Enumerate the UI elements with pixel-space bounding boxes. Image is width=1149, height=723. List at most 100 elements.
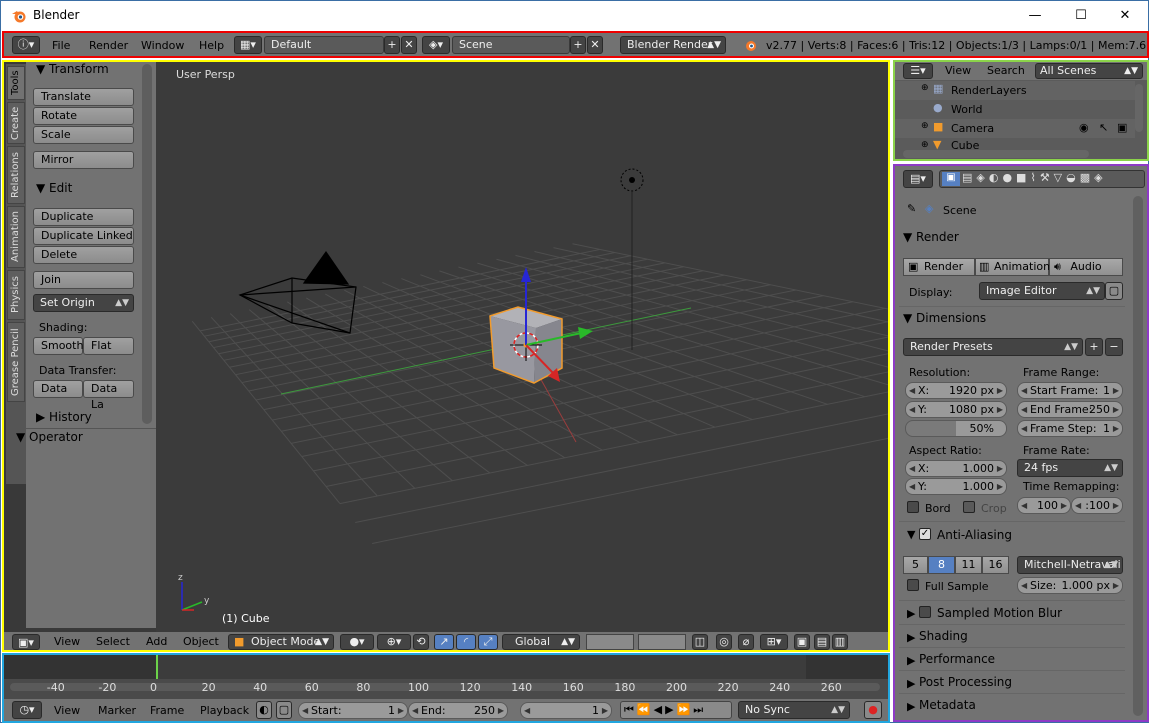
timeline-scrollbar[interactable]: [10, 683, 880, 691]
motion-blur-expand-icon[interactable]: ▶: [907, 607, 915, 620]
performance-panel-header[interactable]: Performance: [919, 652, 995, 666]
opengl-render-icon[interactable]: ▣: [794, 634, 810, 650]
editor-type-properties-icon[interactable]: ▤▾: [903, 170, 933, 188]
outliner-menu-search[interactable]: Search: [987, 64, 1025, 77]
render-button[interactable]: ▣ Render: [903, 258, 975, 276]
aa-samples-5[interactable]: 5: [903, 556, 928, 574]
pin-icon[interactable]: ✎: [907, 202, 916, 215]
aa-samples-11[interactable]: 11: [955, 556, 982, 574]
timeline-end-field[interactable]: ◀ End: 250 ▶: [408, 702, 508, 719]
editor-type-3d-icon[interactable]: ▣▾: [12, 634, 40, 650]
snap-icon[interactable]: ⌀: [738, 634, 754, 650]
3d-viewport[interactable]: z y User Persp (1) Cube: [156, 62, 888, 632]
outliner-item-renderlayers[interactable]: RenderLayers: [951, 84, 1027, 97]
record-icon[interactable]: ●: [864, 701, 882, 719]
render-engine-select[interactable]: Blender Render ▲▼: [620, 36, 726, 54]
layout-add-icon[interactable]: +: [384, 36, 400, 54]
jump-end-icon[interactable]: ⏭: [693, 703, 706, 716]
outliner-row[interactable]: ⊕ ■ Camera ◉ ↖ ▣: [895, 119, 1135, 138]
snap-element-icon[interactable]: ⊞▾: [760, 634, 788, 650]
layout-field[interactable]: Default: [264, 36, 384, 54]
menu-help[interactable]: Help: [199, 37, 224, 54]
frame-rate-select[interactable]: 24 fps ▲▼: [1017, 459, 1123, 477]
layout-remove-icon[interactable]: ✕: [401, 36, 417, 54]
render-context-icon[interactable]: ▣: [942, 172, 960, 186]
expand-icon[interactable]: ⊕: [921, 140, 929, 150]
filter-size-field[interactable]: ◀ Size: 1.000 px ▶: [1017, 577, 1123, 594]
duplicate-linked-button[interactable]: Duplicate Linked: [33, 227, 134, 245]
timeline-menu-playback[interactable]: Playback: [200, 704, 249, 717]
data-layout-button[interactable]: Data La: [83, 380, 134, 411]
editor-type-info-icon[interactable]: ⓘ▾: [12, 36, 40, 54]
expand-icon[interactable]: ⊕: [921, 83, 929, 93]
full-sample-checkbox[interactable]: [907, 579, 919, 591]
flat-button[interactable]: Flat: [83, 337, 134, 355]
maximize-button[interactable]: ☐: [1058, 1, 1104, 30]
audio-button[interactable]: 🔊︎ Audio: [1049, 258, 1123, 276]
tab-physics[interactable]: Physics: [7, 270, 25, 320]
scale-button[interactable]: Scale: [33, 126, 134, 144]
render-panel-header[interactable]: ▼ Render: [903, 230, 1123, 244]
next-key-icon[interactable]: ⏩: [677, 703, 694, 716]
visibility-eye-icon[interactable]: ◉: [1079, 121, 1089, 134]
rotate-button[interactable]: Rotate: [33, 107, 134, 125]
aa-samples-8[interactable]: 8: [928, 556, 955, 574]
timeline-start-field[interactable]: ◀ Start: 1 ▶: [298, 702, 408, 719]
outliner-item-camera[interactable]: Camera: [951, 122, 994, 135]
operator-panel-header[interactable]: ▼ Operator: [16, 430, 83, 444]
aa-expand-icon[interactable]: ▼: [907, 528, 915, 541]
timeline-menu-view[interactable]: View: [54, 704, 80, 717]
toolshelf-scrollbar[interactable]: [142, 64, 152, 424]
border-checkbox[interactable]: [907, 501, 919, 513]
scene-canvas[interactable]: z y: [156, 62, 888, 632]
render-camera-icon[interactable]: ▤: [814, 634, 830, 650]
outliner-row[interactable]: ⊕ ▼ Cube: [895, 138, 1135, 150]
layer-buttons-2[interactable]: [638, 634, 686, 650]
outliner-row[interactable]: ⊕ ▦ RenderLayers: [895, 81, 1135, 100]
playback-controls[interactable]: ⏮⏪◀▶⏩⏭: [620, 701, 732, 719]
outliner-item-world[interactable]: World: [951, 103, 983, 116]
jump-start-icon[interactable]: ⏮: [624, 703, 637, 716]
outliner-row[interactable]: ● World: [895, 100, 1135, 119]
post-processing-expand-icon[interactable]: ▶: [907, 677, 915, 690]
lock-layers-icon[interactable]: ◫: [692, 634, 708, 650]
time-remap-old-field[interactable]: ◀ 100 ▶: [1017, 497, 1071, 514]
menu-file[interactable]: File: [52, 37, 70, 54]
anti-aliasing-panel-header[interactable]: Anti-Aliasing: [937, 528, 1012, 542]
motion-blur-checkbox[interactable]: [919, 606, 931, 618]
transform-panel-header[interactable]: ▼ Transform: [36, 62, 109, 76]
mirror-button[interactable]: Mirror: [33, 151, 134, 169]
context-icons[interactable]: ▤◈◐●■⌇⚒▽◒▩◈: [962, 171, 1107, 184]
time-remap-new-field[interactable]: ◀:100 ▶: [1071, 497, 1123, 514]
edit-panel-header[interactable]: ▼ Edit: [36, 181, 72, 195]
resolution-y-field[interactable]: ◀ Y: 1080 px ▶: [905, 401, 1007, 418]
play-icon[interactable]: ▶: [665, 703, 676, 716]
context-tabs[interactable]: ▣ ▤◈◐●■⌇⚒▽◒▩◈: [939, 170, 1145, 188]
preset-remove-icon[interactable]: −: [1105, 338, 1123, 356]
editor-type-outliner-icon[interactable]: ☰▾: [903, 63, 933, 79]
scene-icon[interactable]: ◈▾: [422, 36, 450, 54]
aspect-y-field[interactable]: ◀ Y: 1.000 ▶: [905, 478, 1007, 495]
join-button[interactable]: Join: [33, 271, 134, 289]
render-anim-icon[interactable]: ▥: [832, 634, 848, 650]
translate-manip-icon[interactable]: ↗: [434, 634, 454, 650]
start-frame-field[interactable]: ◀ Start Frame: 1 ▶: [1017, 382, 1123, 399]
playhead[interactable]: [156, 655, 158, 679]
sync-mode-select[interactable]: No Sync ▲▼: [738, 701, 850, 719]
crop-checkbox[interactable]: [963, 501, 975, 513]
delete-button[interactable]: Delete: [33, 246, 134, 264]
rotate-manip-icon[interactable]: ◜: [456, 634, 476, 650]
tab-create[interactable]: Create: [7, 102, 25, 144]
anti-aliasing-checkbox[interactable]: ✓: [919, 528, 931, 540]
renderable-icon[interactable]: ▣: [1117, 121, 1127, 134]
scene-field[interactable]: Scene: [452, 36, 570, 54]
aspect-x-field[interactable]: ◀ X: 1.000 ▶: [905, 460, 1007, 477]
data-button[interactable]: Data: [33, 380, 83, 398]
timeline-menu-frame[interactable]: Frame: [150, 704, 184, 717]
menu-render[interactable]: Render: [89, 37, 128, 54]
mode-select[interactable]: ■ Object Mode ▲▼: [228, 634, 334, 650]
scene-remove-icon[interactable]: ✕: [587, 36, 603, 54]
resolution-percentage-slider[interactable]: 50%: [905, 420, 1007, 437]
manipulator-toggle-icon[interactable]: ⟲: [413, 634, 429, 650]
properties-scrollbar[interactable]: [1133, 196, 1143, 716]
